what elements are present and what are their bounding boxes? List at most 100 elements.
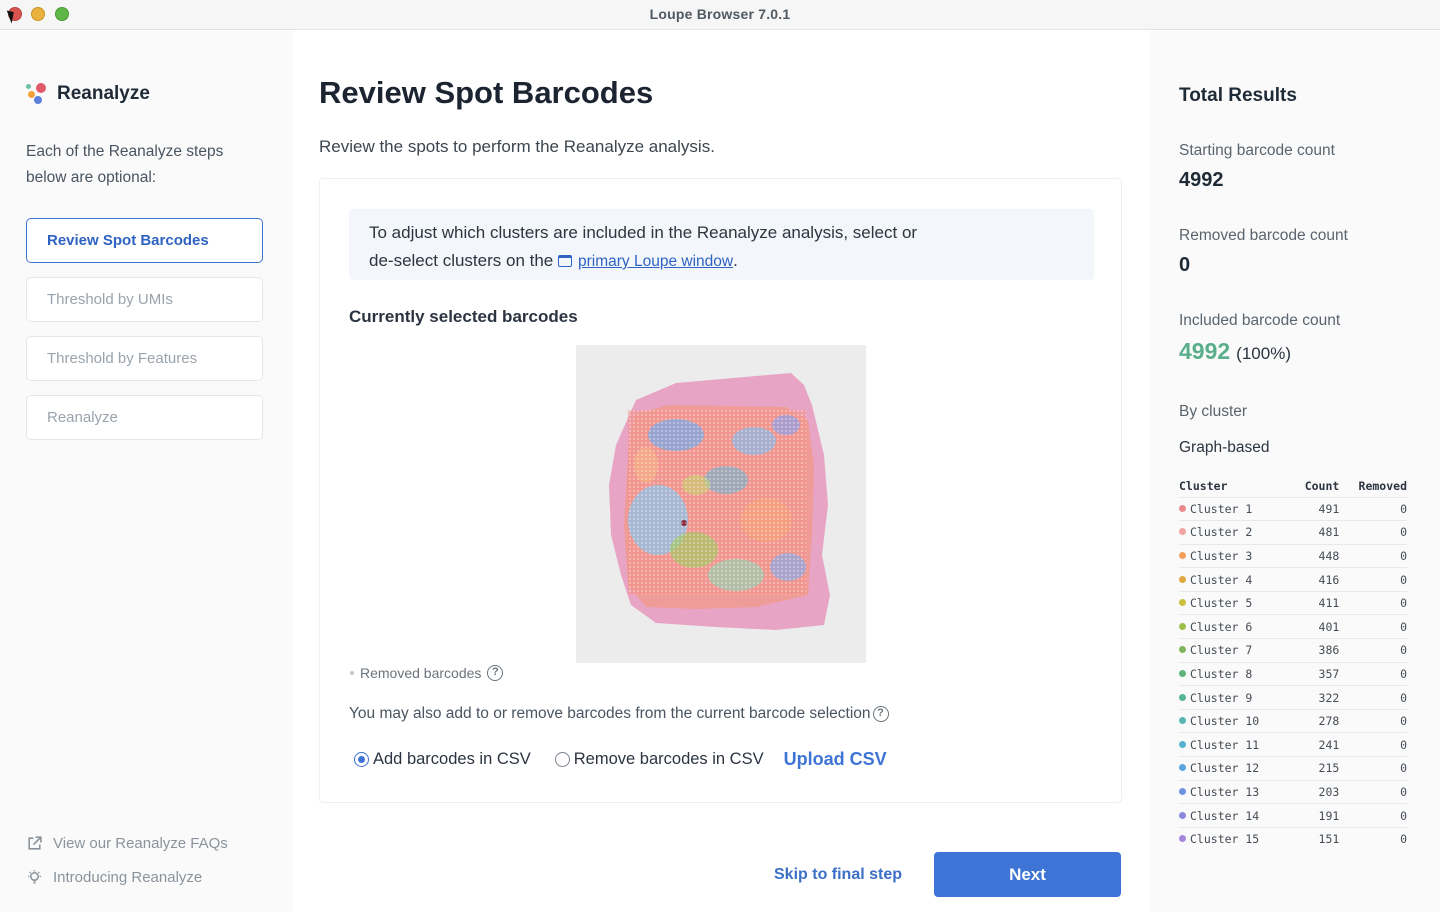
remove-barcodes-label[interactable]: Remove barcodes in CSV <box>574 750 764 769</box>
cluster-row: Cluster 2 481 0 <box>1179 520 1407 545</box>
starting-count-label: Starting barcode count <box>1179 142 1335 159</box>
cluster-table-header: Cluster Count Removed <box>1179 475 1407 497</box>
cluster-removed: 0 <box>1339 567 1407 592</box>
cluster-count: 215 <box>1291 756 1340 781</box>
cluster-color-dot-icon <box>1179 599 1186 607</box>
cluster-row: Cluster 13 203 0 <box>1179 779 1407 804</box>
skip-to-final-step-button[interactable]: Skip to final step <box>774 866 902 884</box>
sidebar-intro: Each of the Reanalyze steps below are op… <box>26 143 224 186</box>
main-content: Review Spot Barcodes Review the spots to… <box>293 31 1150 912</box>
selected-barcodes-title: Currently selected barcodes <box>349 307 578 326</box>
included-count-percent: (100%) <box>1236 344 1291 363</box>
cluster-name: Cluster 11 <box>1190 737 1260 752</box>
cluster-name: Cluster 8 <box>1190 666 1253 681</box>
cluster-count: 481 <box>1291 520 1340 545</box>
cluster-name-cell: Cluster 10 <box>1179 708 1291 733</box>
cluster-removed: 0 <box>1339 732 1407 757</box>
cluster-row: Cluster 8 357 0 <box>1179 661 1407 686</box>
info-line-1: To adjust which clusters are included in… <box>369 223 918 242</box>
cluster-name: Cluster 15 <box>1190 832 1260 847</box>
cluster-removed: 0 <box>1339 779 1407 804</box>
cluster-color-dot-icon <box>1179 764 1186 772</box>
removed-barcodes-legend: Removed barcodes ? <box>350 665 504 681</box>
cluster-removed: 0 <box>1339 803 1407 828</box>
reanalyze-logo-icon <box>26 83 48 105</box>
cluster-color-dot-icon <box>1179 787 1186 795</box>
removed-barcodes-label: Removed barcodes <box>360 665 482 681</box>
results-panel: Total Results Starting barcode count 499… <box>1150 31 1440 912</box>
title-bar: Loupe Browser 7.0.1 <box>0 0 1440 30</box>
cluster-name: Cluster 10 <box>1190 714 1260 729</box>
cluster-count: 241 <box>1291 732 1340 757</box>
cluster-name: Cluster 2 <box>1190 525 1253 540</box>
page-title: Review Spot Barcodes <box>319 75 654 110</box>
by-cluster-label: By cluster <box>1179 403 1248 420</box>
cluster-name: Cluster 13 <box>1190 784 1260 799</box>
cluster-row: Cluster 11 241 0 <box>1179 732 1407 757</box>
introducing-reanalyze-link[interactable]: Introducing Reanalyze <box>26 869 202 886</box>
cluster-row: Cluster 6 401 0 <box>1179 614 1407 639</box>
cluster-name: Cluster 12 <box>1190 761 1260 776</box>
cluster-name: Cluster 5 <box>1190 596 1253 611</box>
add-barcodes-radio[interactable] <box>354 752 369 767</box>
info-line-2-prefix: de-select clusters on the <box>369 251 554 270</box>
step-threshold-by-features[interactable]: Threshold by Features <box>26 336 263 381</box>
cluster-color-dot-icon <box>1179 835 1186 843</box>
clustering-name: Graph-based <box>1179 439 1270 456</box>
upload-csv-button[interactable]: Upload CSV <box>784 749 887 770</box>
cluster-row: Cluster 5 411 0 <box>1179 590 1407 615</box>
cluster-name: Cluster 7 <box>1190 643 1253 658</box>
cluster-count: 491 <box>1291 496 1340 521</box>
cluster-name-cell: Cluster 15 <box>1179 826 1291 851</box>
info-banner: To adjust which clusters are included in… <box>349 209 1094 280</box>
step-threshold-by-umis[interactable]: Threshold by UMIs <box>26 277 263 322</box>
csv-mode-options: Add barcodes in CSV Remove barcodes in C… <box>354 749 887 770</box>
window-icon <box>558 254 572 267</box>
step-review-spot-barcodes[interactable]: Review Spot Barcodes <box>26 218 263 263</box>
cluster-count: 401 <box>1291 614 1340 639</box>
cluster-removed: 0 <box>1339 543 1407 568</box>
info-suffix: . <box>733 251 738 270</box>
lightbulb-icon <box>28 870 41 884</box>
info-line-2: de-select clusters on the primary Loupe … <box>369 247 1074 276</box>
remove-barcodes-radio[interactable] <box>554 752 570 767</box>
cluster-name-cell: Cluster 13 <box>1179 779 1291 804</box>
cluster-removed: 0 <box>1339 661 1407 686</box>
cluster-count: 278 <box>1291 708 1340 733</box>
cluster-count: 357 <box>1291 661 1340 686</box>
cluster-color-dot-icon <box>1179 717 1186 725</box>
cluster-removed: 0 <box>1339 708 1407 733</box>
cluster-count: 416 <box>1291 567 1340 592</box>
cluster-removed: 0 <box>1339 590 1407 615</box>
cluster-removed: 0 <box>1339 826 1407 851</box>
cluster-row: Cluster 1 491 0 <box>1179 496 1407 521</box>
removed-count-label: Removed barcode count <box>1179 227 1348 244</box>
window-title: Loupe Browser 7.0.1 <box>649 6 791 22</box>
help-icon[interactable]: ? <box>872 706 889 722</box>
cluster-count: 151 <box>1291 826 1340 851</box>
cluster-color-dot-icon <box>1179 504 1186 512</box>
add-barcodes-label[interactable]: Add barcodes in CSV <box>373 750 531 769</box>
removed-count-value: 0 <box>1179 254 1191 276</box>
cluster-row: Cluster 7 386 0 <box>1179 638 1407 663</box>
step-reanalyze[interactable]: Reanalyze <box>26 395 263 440</box>
page-subtitle: Review the spots to perform the Reanalyz… <box>319 137 715 156</box>
help-icon[interactable]: ? <box>487 665 504 681</box>
cluster-count: 322 <box>1291 685 1340 710</box>
cluster-name-cell: Cluster 7 <box>1179 638 1291 663</box>
cluster-count: 386 <box>1291 638 1340 663</box>
cluster-color-dot-icon <box>1179 528 1186 536</box>
cluster-color-dot-icon <box>1179 646 1186 654</box>
external-link-icon <box>28 836 42 850</box>
cluster-count: 448 <box>1291 543 1340 568</box>
sidebar: Reanalyze Each of the Reanalyze steps be… <box>0 31 293 912</box>
faq-link[interactable]: View our Reanalyze FAQs <box>26 835 228 852</box>
included-count-label: Included barcode count <box>1179 312 1341 329</box>
cluster-removed: 0 <box>1339 685 1407 710</box>
included-count: 4992 (100%) <box>1179 338 1291 365</box>
cluster-name-cell: Cluster 6 <box>1179 614 1291 639</box>
starting-count-value: 4992 <box>1179 169 1224 191</box>
next-button[interactable]: Next <box>934 852 1121 897</box>
cluster-row: Cluster 3 448 0 <box>1179 543 1407 568</box>
primary-loupe-window-link[interactable]: primary Loupe window <box>578 253 733 270</box>
